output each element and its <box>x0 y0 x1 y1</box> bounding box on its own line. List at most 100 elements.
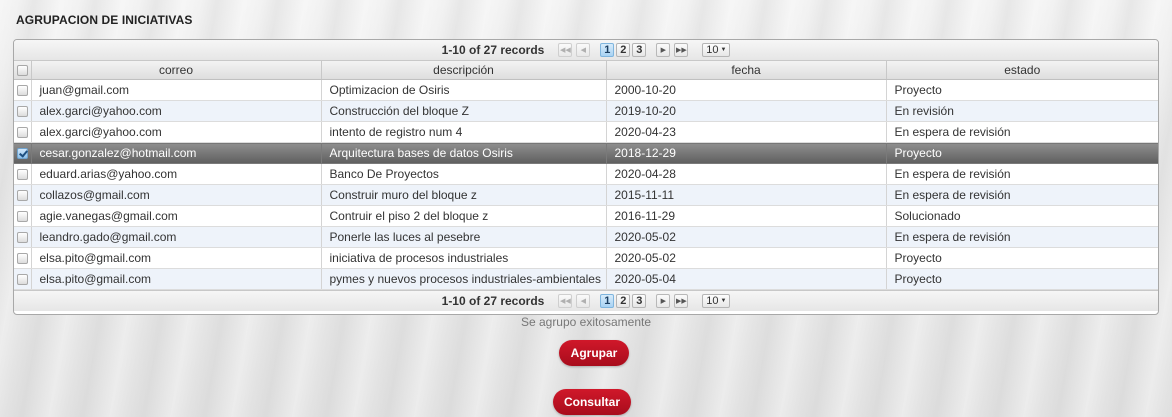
checkbox-icon <box>16 232 28 244</box>
prev-page-icon[interactable]: ◀ <box>576 294 591 308</box>
page-link-3[interactable]: 3 <box>632 294 647 308</box>
cell-estado: En revisión <box>886 100 1158 122</box>
cell-correo: juan@gmail.com <box>31 79 322 101</box>
cell-correo: elsa.pito@gmail.com <box>31 268 322 290</box>
cell-descripcion: Optimizacion de Osiris <box>321 79 607 101</box>
last-page-icon[interactable]: ▶▶ <box>674 43 689 57</box>
page-links: 1 2 3 <box>600 43 647 57</box>
page-link-1[interactable]: 1 <box>600 294 615 308</box>
cell-fecha: 2019-10-20 <box>606 100 887 122</box>
row-checkbox[interactable] <box>14 142 32 164</box>
table-row[interactable]: eduard.arias@yahoo.com Banco De Proyectos… <box>14 163 1158 185</box>
cell-estado: En espera de revisión <box>886 163 1158 185</box>
page-link-1[interactable]: 1 <box>600 43 615 57</box>
page-link-2[interactable]: 2 <box>616 43 631 57</box>
table-row[interactable]: collazos@gmail.com Construir muro del blo… <box>14 184 1158 206</box>
initiatives-table: correo descripción fecha estado juan@gma… <box>14 61 1158 290</box>
rows-per-page-select[interactable]: 10 ▼ <box>702 294 731 308</box>
cell-descripcion: Arquitectura bases de datos Osiris <box>321 142 607 164</box>
records-count: 1-10 of 27 records <box>441 294 545 308</box>
column-header-fecha[interactable]: fecha <box>606 61 887 80</box>
page-link-2[interactable]: 2 <box>616 294 631 308</box>
chevron-down-icon: ▼ <box>720 298 727 304</box>
cell-fecha: 2016-11-29 <box>606 205 887 227</box>
cell-correo: elsa.pito@gmail.com <box>31 247 322 269</box>
checkbox-icon <box>16 65 28 77</box>
status-message: Se agrupo exitosamente <box>520 315 652 329</box>
checkbox-icon <box>16 190 28 202</box>
checkbox-icon <box>16 127 28 139</box>
cell-estado: Proyecto <box>886 247 1158 269</box>
cell-fecha: 2020-05-04 <box>606 268 887 290</box>
cell-correo: collazos@gmail.com <box>31 184 322 206</box>
table-row[interactable]: alex.garci@yahoo.com Construcción del blo… <box>14 100 1158 122</box>
row-checkbox[interactable] <box>14 205 32 227</box>
table-row[interactable]: elsa.pito@gmail.com iniciativa de proceso… <box>14 247 1158 269</box>
agrupar-button[interactable]: Agrupar <box>559 340 629 366</box>
next-page-icon[interactable]: ▶ <box>656 43 671 57</box>
page-title: AGRUPACION DE INICIATIVAS <box>16 13 193 27</box>
cell-fecha: 2018-12-29 <box>606 142 887 164</box>
cell-correo: alex.garci@yahoo.com <box>31 121 322 143</box>
prev-page-icon[interactable]: ◀ <box>576 43 591 57</box>
row-checkbox[interactable] <box>14 247 32 269</box>
table-row[interactable]: leandro.gado@gmail.com Ponerle las luces … <box>14 226 1158 248</box>
cell-descripcion: Banco De Proyectos <box>321 163 607 185</box>
row-checkbox[interactable] <box>14 184 32 206</box>
chevron-down-icon: ▼ <box>720 47 727 53</box>
table-row[interactable]: agie.vanegas@gmail.com Contruir el piso 2… <box>14 205 1158 227</box>
table-header-row: correo descripción fecha estado <box>14 61 1158 80</box>
cell-descripcion: iniciativa de procesos industriales <box>321 247 607 269</box>
table-row[interactable]: juan@gmail.com Optimizacion de Osiris 2000… <box>14 79 1158 101</box>
first-page-icon[interactable]: ◀◀ <box>558 294 573 308</box>
cell-fecha: 2020-05-02 <box>606 247 887 269</box>
row-checkbox[interactable] <box>14 121 32 143</box>
cell-descripcion: intento de registro num 4 <box>321 121 607 143</box>
records-count: 1-10 of 27 records <box>441 43 545 57</box>
cell-fecha: 2020-04-28 <box>606 163 887 185</box>
cell-estado: En espera de revisión <box>886 121 1158 143</box>
cell-correo: cesar.gonzalez@hotmail.com <box>31 142 322 164</box>
row-checkbox[interactable] <box>14 268 32 290</box>
cell-correo: alex.garci@yahoo.com <box>31 100 322 122</box>
row-checkbox[interactable] <box>14 163 32 185</box>
cell-descripcion: Ponerle las luces al pesebre <box>321 226 607 248</box>
page-link-3[interactable]: 3 <box>632 43 647 57</box>
row-checkbox[interactable] <box>14 79 32 101</box>
column-header-descripcion[interactable]: descripción <box>321 61 607 80</box>
checked-checkbox-icon <box>16 148 28 160</box>
cell-correo: eduard.arias@yahoo.com <box>31 163 322 185</box>
table-row[interactable]: cesar.gonzalez@hotmail.com Arquitectura b… <box>14 142 1158 164</box>
cell-correo: leandro.gado@gmail.com <box>31 226 322 248</box>
next-page-icon[interactable]: ▶ <box>656 294 671 308</box>
rows-per-page-value: 10 <box>706 295 719 307</box>
select-all-checkbox[interactable] <box>14 61 32 80</box>
checkbox-icon <box>16 106 28 118</box>
cell-estado: Proyecto <box>886 142 1158 164</box>
cell-descripcion: Construir muro del bloque z <box>321 184 607 206</box>
consultar-button[interactable]: Consultar <box>553 389 631 415</box>
cell-estado: En espera de revisión <box>886 226 1158 248</box>
checkbox-icon <box>16 253 28 265</box>
rows-per-page-value: 10 <box>706 44 719 56</box>
checkbox-icon <box>16 211 28 223</box>
data-table-panel: 1-10 of 27 records ◀◀ ◀ 1 2 3 ▶ ▶▶ 10 ▼ … <box>13 39 1159 315</box>
last-page-icon[interactable]: ▶▶ <box>674 294 689 308</box>
cell-correo: agie.vanegas@gmail.com <box>31 205 322 227</box>
page-links: 1 2 3 <box>600 294 647 308</box>
cell-fecha: 2015-11-11 <box>606 184 887 206</box>
checkbox-icon <box>16 85 28 97</box>
first-page-icon[interactable]: ◀◀ <box>558 43 573 57</box>
cell-descripcion: Construcción del bloque Z <box>321 100 607 122</box>
cell-descripcion: pymes y nuevos procesos industriales-amb… <box>321 268 607 290</box>
cell-estado: Proyecto <box>886 268 1158 290</box>
checkbox-icon <box>16 274 28 286</box>
column-header-correo[interactable]: correo <box>31 61 322 80</box>
rows-per-page-select[interactable]: 10 ▼ <box>702 43 731 57</box>
column-header-estado[interactable]: estado <box>886 61 1158 80</box>
cell-fecha: 2000-10-20 <box>606 79 887 101</box>
table-row[interactable]: elsa.pito@gmail.com pymes y nuevos proces… <box>14 268 1158 290</box>
row-checkbox[interactable] <box>14 226 32 248</box>
row-checkbox[interactable] <box>14 100 32 122</box>
table-row[interactable]: alex.garci@yahoo.com intento de registro … <box>14 121 1158 143</box>
